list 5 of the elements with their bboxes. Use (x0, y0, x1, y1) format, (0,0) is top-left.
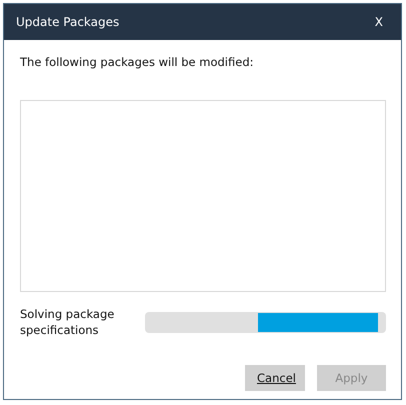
window-title: Update Packages (16, 15, 120, 29)
progress-label: Solving package specifications (20, 306, 116, 338)
cancel-button[interactable]: Cancel (245, 365, 305, 391)
close-button[interactable]: X (368, 15, 389, 29)
message-text: The following packages will be modified: (20, 55, 254, 71)
